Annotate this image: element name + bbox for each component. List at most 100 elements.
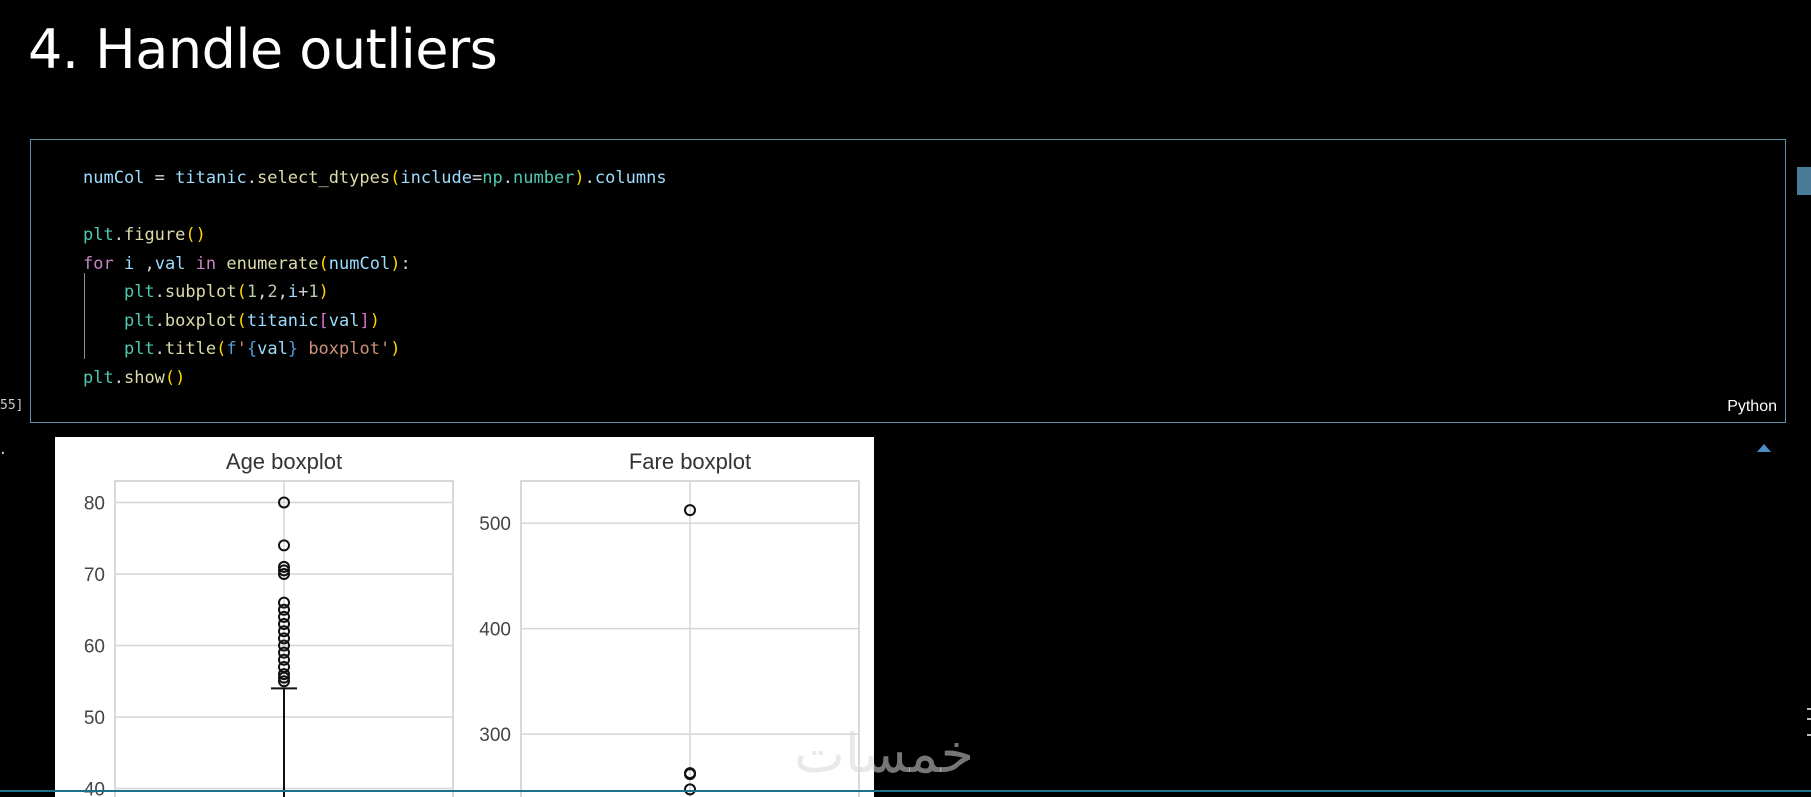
code-token: ) <box>318 282 329 302</box>
code-token: select_dtypes <box>257 168 391 188</box>
code-token: plt <box>83 367 114 388</box>
code-token: . <box>584 168 595 188</box>
code-line[interactable] <box>83 193 667 222</box>
code-token: = <box>144 168 176 188</box>
y-tick-label: 70 <box>84 565 105 586</box>
boxplot-figure: 40 50 60 70 80 Age boxplot 300 400 500 Fare boxpl… <box>84 449 860 797</box>
code-token: , <box>277 282 288 302</box>
code-token: i <box>123 253 135 274</box>
code-token: , <box>134 253 155 274</box>
code-token: i <box>287 282 299 302</box>
code-token: boxplot <box>164 310 237 331</box>
code-token: val <box>257 339 288 359</box>
code-token: ( <box>390 168 401 188</box>
code-line[interactable]: plt.show() <box>83 364 667 393</box>
subplot-title: Age boxplot <box>226 449 342 474</box>
code-token: figure <box>123 225 186 245</box>
code-token: 1 <box>308 282 319 302</box>
code-token: show <box>123 367 165 388</box>
collapse-output-icon[interactable] <box>1757 444 1771 452</box>
watermark-logo: خمسات <box>794 722 975 785</box>
code-token: plt <box>83 225 114 245</box>
y-tick-label: 60 <box>84 637 105 658</box>
code-line[interactable]: plt.subplot(1,2,i+1) <box>83 278 667 307</box>
code-token: columns <box>594 168 667 188</box>
code-token: , <box>257 282 268 302</box>
y-tick-label: 50 <box>84 708 105 729</box>
code-token: title <box>164 339 217 359</box>
code-token: . <box>154 282 165 302</box>
code-token: . <box>113 367 124 388</box>
code-token: np <box>482 168 503 188</box>
code-token: } <box>287 339 299 359</box>
code-token: ( <box>318 253 329 274</box>
code-cell[interactable]: numCol = titanic.select_dtypes(include=n… <box>30 139 1786 423</box>
code-token: . <box>154 339 165 359</box>
output-marker[interactable]: . <box>0 438 6 459</box>
code-token: plt <box>123 310 155 331</box>
code-token: ] <box>359 310 370 331</box>
code-token: [ <box>318 310 329 331</box>
code-token: . <box>154 310 165 331</box>
code-token: ( <box>236 282 247 302</box>
code-token: ) <box>390 253 401 274</box>
subplot-title: Fare boxplot <box>629 449 751 474</box>
code-token: ) <box>369 310 380 331</box>
code-token: in <box>195 253 217 274</box>
execution-count: 55] <box>0 398 24 413</box>
code-token: include <box>400 168 473 188</box>
code-token: val <box>154 253 186 274</box>
scrollbar-thumb[interactable] <box>1797 167 1811 195</box>
code-token: ) <box>574 168 585 188</box>
code-token: ' <box>236 339 247 359</box>
indent-guide <box>84 273 85 359</box>
y-tick-label: 400 <box>479 620 511 641</box>
code-line[interactable]: plt.title(f'{val} boxplot') <box>83 335 667 364</box>
code-token: { <box>246 339 258 359</box>
markdown-heading: 4. Handle outliers <box>28 18 498 81</box>
code-token: titanic <box>246 310 319 331</box>
code-token: . <box>502 168 513 188</box>
code-token: 1 <box>246 282 258 302</box>
y-tick-label: 500 <box>479 514 511 535</box>
code-line[interactable]: plt.figure() <box>83 221 667 250</box>
code-token: for <box>83 253 114 274</box>
code-token: boxplot' <box>298 339 391 359</box>
code-token: 2 <box>267 282 278 302</box>
scrollbar-markers <box>1807 708 1811 748</box>
code-token: enumerate <box>226 253 319 274</box>
code-token: f <box>226 339 237 359</box>
bottom-border <box>0 790 1811 792</box>
code-token: ) <box>390 339 401 359</box>
code-token: ( <box>216 339 227 359</box>
boxplot-panel: 40 50 60 70 80 Age boxplot <box>84 449 454 797</box>
code-token: plt <box>123 282 155 302</box>
code-token: . <box>246 168 258 188</box>
code-token: + <box>298 282 309 302</box>
code-token: () <box>164 367 186 388</box>
y-tick-label: 40 <box>84 780 105 797</box>
code-token: . <box>113 225 124 245</box>
code-token: = <box>472 168 483 188</box>
code-token: : <box>400 253 411 274</box>
code-line[interactable]: for i ,val in enumerate(numCol): <box>83 250 667 279</box>
code-token: numCol <box>83 168 145 188</box>
code-line[interactable]: plt.boxplot(titanic[val]) <box>83 307 667 336</box>
code-token: val <box>328 310 360 331</box>
code-line[interactable]: numCol = titanic.select_dtypes(include=n… <box>83 164 667 193</box>
code-token: numCol <box>328 253 391 274</box>
code-token: subplot <box>164 282 237 302</box>
code-token: titanic <box>175 168 247 188</box>
code-token: plt <box>123 339 155 359</box>
code-editor[interactable]: numCol = titanic.select_dtypes(include=n… <box>83 164 667 392</box>
code-token: number <box>513 168 575 188</box>
y-tick-label: 300 <box>479 725 511 746</box>
y-tick-label: 80 <box>84 493 105 514</box>
cell-language-label[interactable]: Python <box>1727 398 1777 416</box>
